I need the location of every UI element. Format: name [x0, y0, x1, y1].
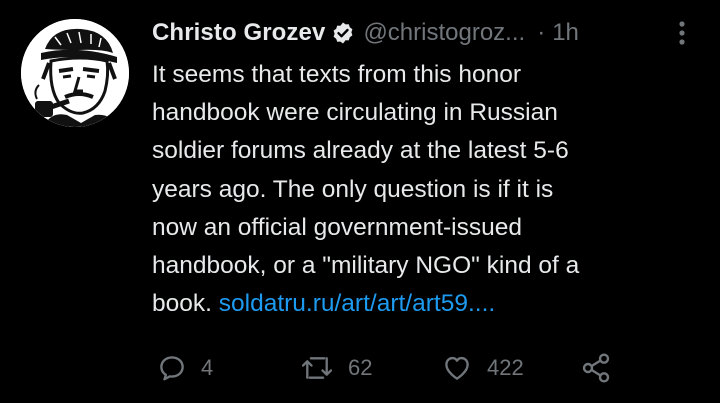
tweet[interactable]: Christo Grozev @christogroz... · 1h It s…	[0, 0, 720, 403]
tweet-text-line: now an official government-issued	[152, 213, 522, 241]
timestamp[interactable]: 1h	[552, 19, 579, 47]
more-vertical-icon[interactable]	[672, 18, 692, 48]
retweet-button[interactable]: 62	[300, 346, 372, 390]
like-button[interactable]: 422	[441, 346, 524, 390]
tweet-header: Christo Grozev @christogroz... · 1h	[152, 14, 579, 52]
reply-count: 4	[201, 355, 214, 380]
tweet-text-line: years ago. The only question is if it is	[152, 175, 554, 203]
action-bar: 4 62 422	[0, 346, 720, 390]
retweet-count: 62	[348, 355, 373, 380]
avatar[interactable]	[21, 19, 129, 127]
avatar-caricature	[21, 19, 129, 127]
display-name[interactable]: Christo Grozev	[152, 19, 325, 47]
tweet-text-line: It seems that texts from this honor	[152, 61, 522, 88]
tweet-text: It seems that texts from this honor hand…	[152, 56, 700, 323]
tweet-text-line: soldier forums already at the latest 5-6	[152, 137, 569, 165]
tweet-text-line: handbook were circulating in Russian	[152, 99, 558, 127]
tweet-text-line: book.	[152, 290, 212, 318]
share-icon	[582, 353, 610, 383]
tweet-text-last-line: book. soldatru.ru/art/art/art59....	[152, 285, 700, 323]
like-count: 422	[487, 355, 524, 380]
heart-icon	[445, 356, 469, 380]
reply-button[interactable]: 4	[157, 346, 213, 390]
reply-icon	[160, 356, 184, 381]
verified-badge-icon	[331, 21, 355, 45]
tweet-link[interactable]: soldatru.ru/art/art/art59....	[219, 290, 495, 317]
share-button[interactable]	[580, 346, 612, 390]
header-separator: ·	[537, 19, 546, 46]
retweet-icon	[301, 357, 333, 379]
tweet-text-line: handbook, or a "military NGO" kind of a	[152, 252, 580, 280]
handle[interactable]: @christogroz...	[363, 19, 525, 47]
